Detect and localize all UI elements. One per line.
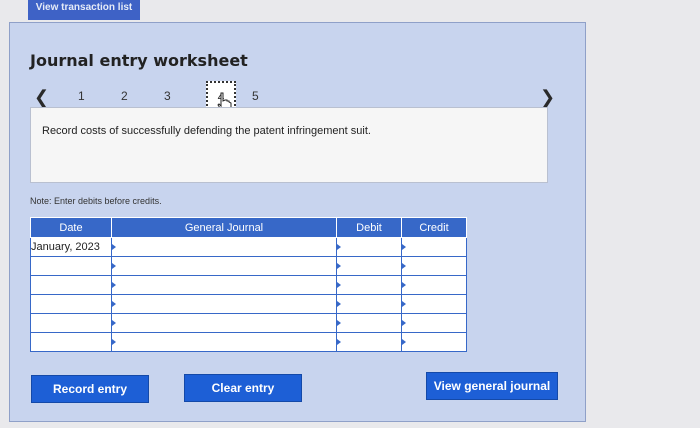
debit-input[interactable]: [336, 313, 402, 333]
step-3[interactable]: 3: [164, 89, 171, 103]
chevron-left-icon[interactable]: ❮: [34, 87, 49, 108]
debit-input[interactable]: [336, 256, 402, 276]
credit-input[interactable]: [401, 275, 467, 295]
journal-worksheet-panel: Journal entry worksheet ❮ 1 2 3 4 5 ❯ Re…: [9, 22, 586, 422]
table-row: [30, 275, 467, 295]
account-input[interactable]: [111, 237, 337, 257]
account-input[interactable]: [111, 256, 337, 276]
date-cell[interactable]: [30, 294, 112, 314]
record-entry-button[interactable]: Record entry: [31, 375, 149, 403]
debit-input[interactable]: [336, 275, 402, 295]
view-general-journal-button[interactable]: View general journal: [426, 372, 558, 400]
account-input[interactable]: [111, 313, 337, 333]
table-row: [30, 256, 467, 276]
clear-entry-button[interactable]: Clear entry: [184, 374, 302, 402]
date-cell[interactable]: January, 2023: [30, 237, 112, 257]
date-cell[interactable]: [30, 332, 112, 352]
date-column-header: Date: [30, 217, 112, 238]
date-cell[interactable]: [30, 313, 112, 333]
journal-entry-table: Date General Journal Debit Credit Januar…: [30, 217, 467, 352]
debit-column-header: Debit: [336, 217, 402, 238]
account-input[interactable]: [111, 275, 337, 295]
table-header-row: Date General Journal Debit Credit: [30, 217, 467, 238]
date-cell[interactable]: [30, 256, 112, 276]
view-transaction-list-tab[interactable]: View transaction list: [28, 0, 140, 20]
credit-input[interactable]: [401, 256, 467, 276]
debit-input[interactable]: [336, 332, 402, 352]
account-input[interactable]: [111, 294, 337, 314]
table-row: January, 2023: [30, 237, 467, 257]
step-2[interactable]: 2: [121, 89, 128, 103]
date-cell[interactable]: [30, 275, 112, 295]
entry-note: Note: Enter debits before credits.: [30, 196, 162, 206]
chevron-right-icon[interactable]: ❯: [540, 87, 555, 108]
step-5[interactable]: 5: [252, 89, 259, 103]
general-journal-column-header: General Journal: [111, 217, 337, 238]
page-title: Journal entry worksheet: [30, 51, 248, 70]
credit-input[interactable]: [401, 313, 467, 333]
debit-input[interactable]: [336, 237, 402, 257]
credit-column-header: Credit: [401, 217, 467, 238]
step-1[interactable]: 1: [78, 89, 85, 103]
transaction-description: Record costs of successfully defending t…: [42, 125, 371, 137]
debit-input[interactable]: [336, 294, 402, 314]
table-row: [30, 313, 467, 333]
credit-input[interactable]: [401, 237, 467, 257]
table-row: [30, 332, 467, 352]
account-input[interactable]: [111, 332, 337, 352]
credit-input[interactable]: [401, 294, 467, 314]
table-row: [30, 294, 467, 314]
transaction-description-box: Record costs of successfully defending t…: [30, 107, 548, 183]
credit-input[interactable]: [401, 332, 467, 352]
